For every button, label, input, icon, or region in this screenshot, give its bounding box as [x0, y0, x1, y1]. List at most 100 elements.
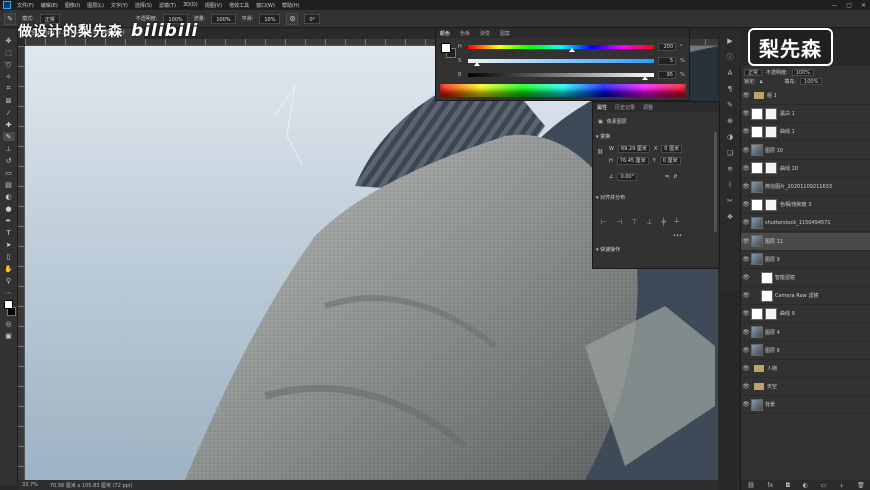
layers-icon[interactable]: ❏ [725, 148, 735, 158]
layer-thumbnail[interactable] [751, 235, 763, 248]
tools-icon[interactable]: ✂ [725, 196, 735, 206]
layer-mask-thumbnail[interactable] [765, 198, 777, 211]
layer-row[interactable]: 👁︎ 微信图片_20201109211633 [741, 178, 870, 196]
link-icon[interactable]: ⛓ [597, 149, 603, 155]
flow-input[interactable]: 100% [211, 13, 236, 24]
minimize-icon[interactable]: — [831, 2, 837, 9]
blur-tool-icon[interactable]: ◐ [3, 192, 15, 201]
align-right-icon[interactable]: ⊤ [631, 218, 637, 226]
history-brush-icon[interactable]: ↺ [3, 156, 15, 165]
height-input[interactable]: 76.45 厘米 [616, 157, 649, 165]
zoom-tool-icon[interactable]: ⚲ [3, 276, 15, 285]
more-tools-icon[interactable]: ⋯ [3, 288, 15, 297]
menu-image[interactable]: 图像(I) [65, 2, 80, 9]
layer-thumbnail[interactable] [751, 144, 763, 157]
layer-row[interactable]: 👁︎ 图层 10 [741, 142, 870, 160]
healing-tool-icon[interactable]: ✚ [3, 120, 15, 129]
menu-3d[interactable]: 3D(D) [183, 2, 198, 8]
menu-help[interactable]: 帮助(H) [282, 2, 300, 9]
path-select-tool-icon[interactable]: ➤ [3, 240, 15, 249]
color-panel-foreground-swatch[interactable] [441, 43, 451, 53]
visibility-eye-icon[interactable]: 👁︎ [741, 219, 751, 226]
layer-row[interactable]: 👁︎ shutterstock_1150494571 [741, 214, 870, 233]
type-tool-icon[interactable]: T [3, 228, 15, 237]
paths-icon[interactable]: ⌇ [725, 180, 735, 190]
saturation-value[interactable]: 5 [658, 57, 676, 65]
hue-track[interactable] [468, 45, 654, 52]
visibility-eye-icon[interactable]: 👁︎ [741, 383, 751, 390]
fill-input[interactable]: 100% [800, 78, 823, 85]
menu-edit[interactable]: 编辑(E) [41, 2, 58, 9]
saturation-track[interactable] [468, 59, 654, 66]
visibility-eye-icon[interactable]: 👁︎ [741, 147, 751, 154]
foreground-color-swatch[interactable] [4, 300, 13, 309]
tab-color[interactable]: 颜色 [440, 30, 450, 37]
layer-row[interactable]: 👁︎ 智能滤镜 [741, 269, 870, 287]
frame-tool-icon[interactable]: ⊠ [3, 96, 15, 105]
maximize-icon[interactable]: ▢ [846, 2, 852, 9]
character-icon[interactable]: A [725, 68, 735, 78]
angle-input[interactable]: 0.00° [617, 173, 638, 181]
align-top-icon[interactable]: ⊥ [646, 218, 652, 226]
align-center-h-icon[interactable]: ⊣ [616, 218, 622, 226]
width-input[interactable]: 69.29 厘米 [617, 145, 650, 153]
folder-icon[interactable] [754, 383, 764, 391]
visibility-eye-icon[interactable]: 👁︎ [741, 165, 751, 172]
layer-mask-thumbnail[interactable] [765, 125, 777, 138]
clone-source-icon[interactable]: ⊕ [725, 116, 735, 126]
layer-row[interactable]: 👁︎ 色相/饱和度 3 [741, 196, 870, 215]
settings-gear-icon[interactable]: ⚙ [286, 12, 299, 25]
crop-tool-icon[interactable]: ⌗ [3, 84, 15, 93]
screen-mode-icon[interactable]: ▣ [3, 331, 15, 340]
layer-row[interactable]: 👁︎ 图层 11 [741, 232, 870, 251]
layer-mask-thumbnail[interactable] [765, 107, 777, 120]
flip-vertical-icon[interactable]: ⇵ [673, 174, 677, 180]
layer-row[interactable]: 👁︎ 黑白 1 [741, 105, 870, 124]
layer-row[interactable]: 👁︎ 组 1 [741, 87, 870, 105]
x-input[interactable]: 0 厘米 [661, 145, 683, 153]
new-group-icon[interactable]: ▭ [820, 482, 826, 489]
photoshop-logo-icon[interactable] [3, 1, 11, 9]
paragraph-icon[interactable]: ¶ [725, 84, 735, 94]
flip-horizontal-icon[interactable]: ⇋ [665, 174, 669, 180]
color-spectrum-bar[interactable] [440, 84, 686, 97]
tab-patterns[interactable]: 图案 [500, 30, 510, 37]
layer-thumbnail[interactable] [751, 398, 763, 411]
adjustments-icon[interactable]: ◑ [725, 132, 735, 142]
add-mask-icon[interactable]: ◘ [786, 482, 791, 489]
brightness-value[interactable]: 95 [658, 71, 676, 79]
visibility-eye-icon[interactable]: 👁︎ [741, 256, 751, 263]
new-layer-icon[interactable]: ＋ [839, 481, 845, 490]
magic-wand-tool-icon[interactable]: ✧ [3, 72, 15, 81]
saturation-thumb[interactable] [474, 62, 481, 66]
hue-value[interactable]: 200 [658, 43, 676, 51]
lasso-tool-icon[interactable]: ➰ [3, 60, 15, 69]
layer-row[interactable]: 👁︎ 图层 6 [741, 342, 870, 360]
visibility-eye-icon[interactable]: 👁︎ [741, 274, 751, 281]
quick-mask-icon[interactable]: ◎ [3, 319, 15, 328]
align-bottom-icon[interactable]: ┴ [675, 218, 679, 226]
tab-swatches[interactable]: 色板 [460, 30, 470, 37]
menu-filter[interactable]: 滤镜(T) [159, 2, 176, 9]
menu-layer[interactable]: 图层(L) [87, 2, 104, 9]
layer-thumbnail[interactable] [751, 107, 763, 120]
layer-row[interactable]: 👁︎ 曲线 9 [741, 305, 870, 324]
styles-icon[interactable]: ❖ [725, 212, 735, 222]
tab-adjustments[interactable]: 调整 [643, 104, 653, 111]
pen-tool-icon[interactable]: ✒ [3, 216, 15, 225]
lock-icon[interactable]: 🔒︎ [760, 79, 763, 85]
new-adjustment-icon[interactable]: ◐ [803, 482, 808, 489]
play-icon[interactable]: ▶ [725, 36, 735, 46]
gradient-tool-icon[interactable]: ▤ [3, 180, 15, 189]
visibility-eye-icon[interactable]: 👁︎ [741, 110, 751, 117]
transform-section-title[interactable]: ▾ 变换 [596, 133, 610, 140]
layer-thumbnail[interactable] [751, 125, 763, 138]
layer-thumbnail[interactable] [751, 326, 763, 339]
visibility-eye-icon[interactable]: 👁︎ [741, 329, 751, 336]
menu-file[interactable]: 文件(F) [17, 2, 34, 9]
layer-row[interactable]: 👁︎ 人物 [741, 360, 870, 378]
link-layers-icon[interactable]: ⛓ [747, 482, 755, 489]
align-section-title[interactable]: ▾ 对齐并分布 [596, 194, 625, 201]
layer-mask-thumbnail[interactable] [765, 162, 777, 175]
brush-settings-icon[interactable]: ✎ [725, 100, 735, 110]
